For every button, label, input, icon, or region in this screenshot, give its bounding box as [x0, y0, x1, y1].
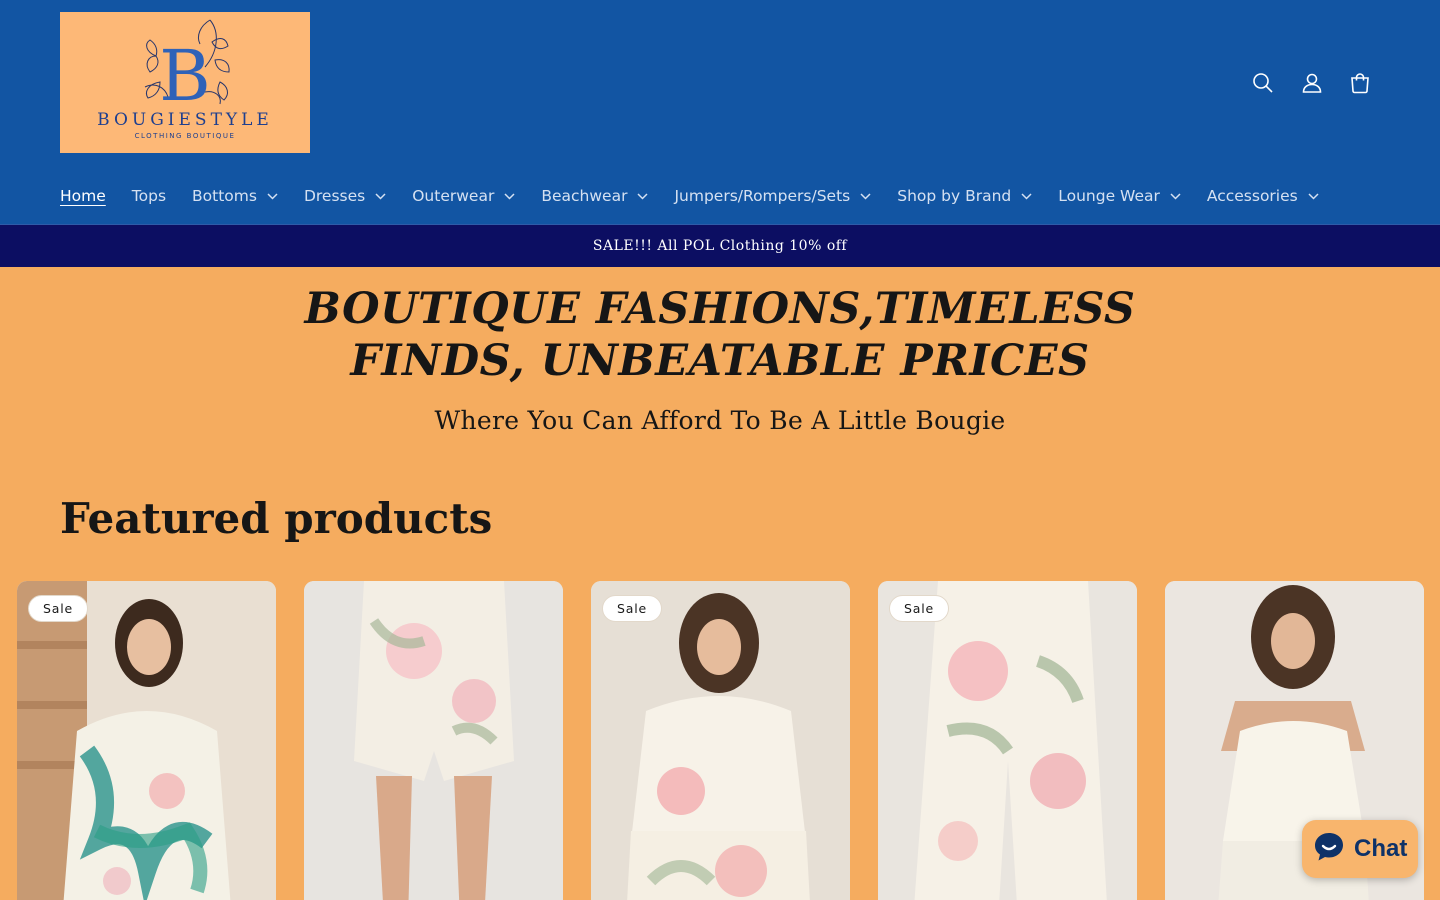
chevron-down-icon [375, 192, 386, 200]
nav-item-tops[interactable]: Tops [132, 187, 166, 205]
chevron-down-icon [1308, 192, 1319, 200]
announcement-bar[interactable]: SALE!!! All POL Clothing 10% off [0, 224, 1440, 267]
nav-item-dresses[interactable]: Dresses [304, 187, 386, 205]
nav-label: Dresses [303, 187, 366, 205]
nav-item-outerwear[interactable]: Outerwear [412, 187, 515, 205]
chat-bubble-icon [1312, 830, 1346, 868]
nav-item-shop-by-brand[interactable]: Shop by Brand [897, 187, 1032, 205]
featured-products-heading: Featured products [60, 494, 493, 543]
main-nav: Home Tops Bottoms Dresses Outerwear Beac… [60, 180, 1345, 212]
search-icon[interactable] [1246, 66, 1280, 100]
chevron-down-icon [267, 192, 278, 200]
hero-subtitle: Where You Can Afford To Be A Little Boug… [434, 406, 1006, 435]
nav-item-home[interactable]: Home [60, 187, 106, 205]
cart-icon[interactable] [1343, 66, 1377, 100]
chevron-down-icon [637, 192, 648, 200]
sale-badge: Sale [889, 595, 949, 622]
product-image [591, 581, 850, 900]
product-card[interactable] [304, 581, 563, 900]
nav-label: Accessories [1206, 187, 1298, 205]
chevron-down-icon [1170, 192, 1181, 200]
product-image [878, 581, 1137, 900]
product-card[interactable]: Sale [591, 581, 850, 900]
nav-item-accessories[interactable]: Accessories [1207, 187, 1319, 205]
account-icon[interactable] [1295, 66, 1329, 100]
nav-item-beachwear[interactable]: Beachwear [541, 187, 648, 205]
announcement-text: SALE!!! All POL Clothing 10% off [592, 238, 848, 254]
nav-label: Jumpers/Rompers/Sets [674, 187, 851, 205]
logo-tagline: CLOTHING BOUTIQUE [134, 132, 236, 140]
hero-title: BOUTIQUE FASHIONS,TIMELESS FINDS, UNBEAT… [220, 283, 1220, 387]
chat-button[interactable]: Chat [1302, 820, 1418, 878]
hero-title-line-1: BOUTIQUE FASHIONS,TIMELESS [304, 284, 1136, 334]
nav-label: Shop by Brand [897, 187, 1012, 205]
logo-wordmark: BOUGIESTYLE [97, 110, 273, 130]
sale-badge: Sale [602, 595, 662, 622]
hero-title-line-2: FINDS, UNBEATABLE PRICES [350, 336, 1090, 386]
svg-text:B: B [159, 35, 210, 117]
product-image [17, 581, 276, 900]
chat-label: Chat [1354, 835, 1408, 862]
brand-logo[interactable]: B BOUGIESTYLE CLOTHING BOUTIQUE [60, 12, 310, 153]
nav-item-bottoms[interactable]: Bottoms [192, 187, 278, 205]
chevron-down-icon [860, 192, 871, 200]
nav-label: Lounge Wear [1058, 187, 1160, 205]
nav-item-lounge-wear[interactable]: Lounge Wear [1058, 187, 1181, 205]
nav-label: Bottoms [192, 187, 257, 205]
chevron-down-icon [504, 192, 515, 200]
chevron-down-icon [1021, 192, 1032, 200]
sale-badge: Sale [28, 595, 88, 622]
product-card[interactable]: Sale [17, 581, 276, 900]
nav-label: Outerwear [412, 187, 495, 205]
nav-item-jumpers-rompers-sets[interactable]: Jumpers/Rompers/Sets [674, 187, 871, 205]
nav-label: Tops [131, 187, 167, 205]
product-image [304, 581, 563, 900]
product-card[interactable]: Sale [878, 581, 1137, 900]
site-header: B BOUGIESTYLE CLOTHING BOUTIQUE Home Top… [0, 0, 1440, 224]
nav-label: Beachwear [541, 187, 628, 205]
nav-label: Home [60, 187, 106, 205]
